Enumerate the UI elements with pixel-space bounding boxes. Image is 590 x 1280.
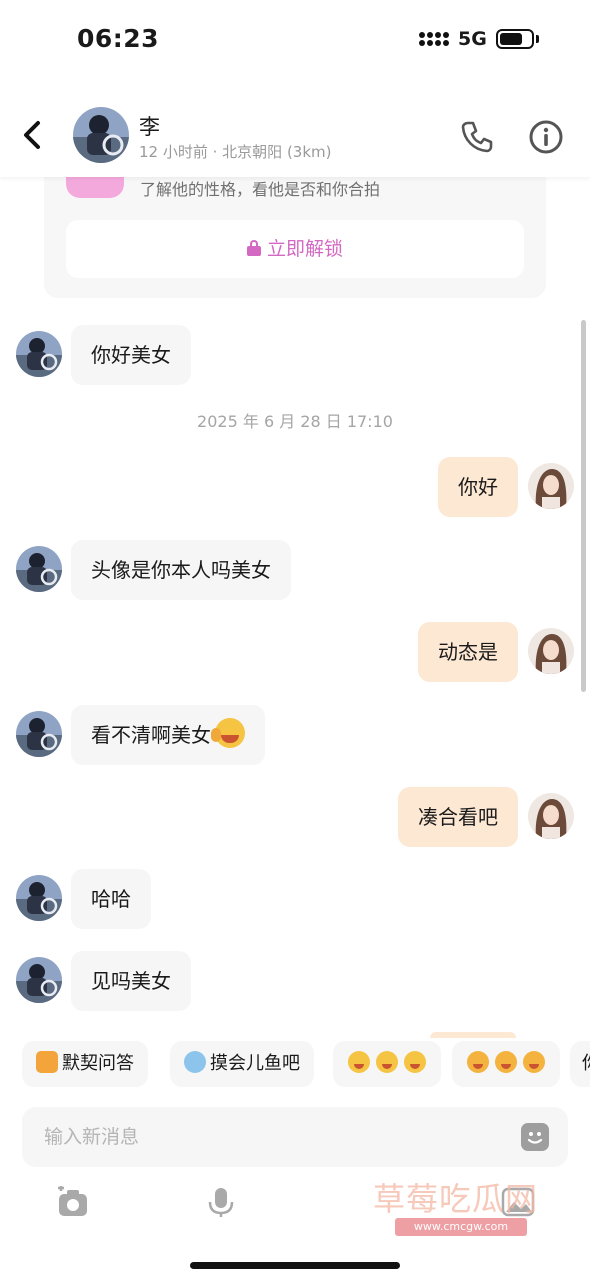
site-watermark: 草莓吃瓜网 www.cmcgw.com bbox=[355, 1172, 585, 1242]
message-bubble-incoming[interactable]: 哈哈 bbox=[71, 869, 151, 929]
message-bubble-outgoing-partial bbox=[430, 1032, 516, 1038]
note-icon bbox=[36, 1051, 58, 1073]
network-type: 5G bbox=[458, 28, 487, 50]
fish-emoji-icon bbox=[184, 1051, 206, 1073]
home-indicator[interactable] bbox=[190, 1262, 400, 1269]
emoji-icon[interactable] bbox=[521, 1123, 549, 1151]
self-avatar[interactable] bbox=[528, 463, 574, 509]
status-time: 06:23 bbox=[77, 24, 160, 53]
camera-icon[interactable] bbox=[56, 1186, 90, 1218]
watermark-url: www.cmcgw.com bbox=[395, 1218, 527, 1236]
emoji-trio-icon bbox=[345, 1051, 429, 1074]
message-bubble-incoming[interactable]: 看不清啊美女 bbox=[71, 705, 265, 765]
laughing-emoji-icon bbox=[211, 718, 245, 748]
contact-avatar[interactable] bbox=[73, 107, 129, 163]
quick-reply-chip[interactable] bbox=[333, 1041, 441, 1087]
meta-separator: · bbox=[207, 143, 223, 161]
unlock-description: 了解他的性格，看他是否和你合拍 bbox=[140, 180, 381, 199]
chat-timestamp: 2025 年 6 月 28 日 17:10 bbox=[197, 412, 393, 431]
status-bar: 06:23 5G bbox=[0, 0, 590, 80]
battery-icon bbox=[496, 29, 534, 49]
sender-avatar[interactable] bbox=[16, 957, 62, 1003]
sender-avatar[interactable] bbox=[16, 875, 62, 921]
quick-reply-chip[interactable]: 你 bbox=[570, 1041, 590, 1087]
phone-call-icon[interactable] bbox=[460, 120, 494, 154]
contact-location: 北京朝阳 (3km) bbox=[222, 143, 332, 161]
info-icon[interactable] bbox=[528, 119, 564, 155]
contact-status-line: 12 小时前 · 北京朝阳 (3km) bbox=[139, 141, 332, 162]
chat-header: 李 12 小时前 · 北京朝阳 (3km) bbox=[0, 95, 590, 177]
lock-icon bbox=[246, 240, 261, 256]
message-bubble-outgoing[interactable]: 凑合看吧 bbox=[398, 787, 518, 847]
self-avatar[interactable] bbox=[528, 628, 574, 674]
unlock-button-label: 立即解锁 bbox=[266, 238, 343, 260]
back-chevron-icon[interactable] bbox=[16, 117, 48, 153]
image-icon[interactable] bbox=[500, 1186, 536, 1218]
chip-label: 默契问答 bbox=[62, 1053, 134, 1074]
chip-label: 摸会儿鱼吧 bbox=[210, 1053, 300, 1074]
unlock-button[interactable]: 立即解锁 bbox=[66, 220, 524, 278]
sender-avatar[interactable] bbox=[16, 711, 62, 757]
message-bubble-outgoing[interactable]: 你好 bbox=[438, 457, 518, 517]
self-avatar[interactable] bbox=[528, 793, 574, 839]
quick-reply-chip[interactable]: 摸会儿鱼吧 bbox=[170, 1041, 314, 1087]
last-active-time: 12 小时前 bbox=[139, 143, 208, 161]
message-bubble-incoming[interactable]: 见吗美女 bbox=[71, 951, 191, 1011]
mic-icon[interactable] bbox=[206, 1186, 236, 1218]
message-bubble-incoming[interactable]: 头像是你本人吗美女 bbox=[71, 540, 291, 600]
sender-avatar[interactable] bbox=[16, 331, 62, 377]
message-bubble-incoming[interactable]: 你好美女 bbox=[71, 325, 191, 385]
message-bubble-outgoing[interactable]: 动态是 bbox=[418, 622, 518, 682]
quick-reply-row: 默契问答 摸会儿鱼吧 你 bbox=[0, 1041, 590, 1087]
message-input[interactable] bbox=[22, 1107, 502, 1167]
chat-scrollbar[interactable] bbox=[581, 320, 586, 692]
sender-avatar[interactable] bbox=[16, 546, 62, 592]
quick-reply-chip[interactable]: 默契问答 bbox=[22, 1041, 148, 1087]
cellular-signal-icon bbox=[419, 32, 449, 46]
emoji-trio-icon bbox=[464, 1051, 548, 1074]
message-composer bbox=[22, 1107, 568, 1167]
battery-cap bbox=[536, 35, 539, 43]
message-text: 看不清啊美女 bbox=[91, 723, 211, 747]
chip-label: 你 bbox=[582, 1053, 590, 1074]
quick-reply-chip[interactable] bbox=[452, 1041, 560, 1087]
contact-name: 李 bbox=[139, 115, 160, 139]
